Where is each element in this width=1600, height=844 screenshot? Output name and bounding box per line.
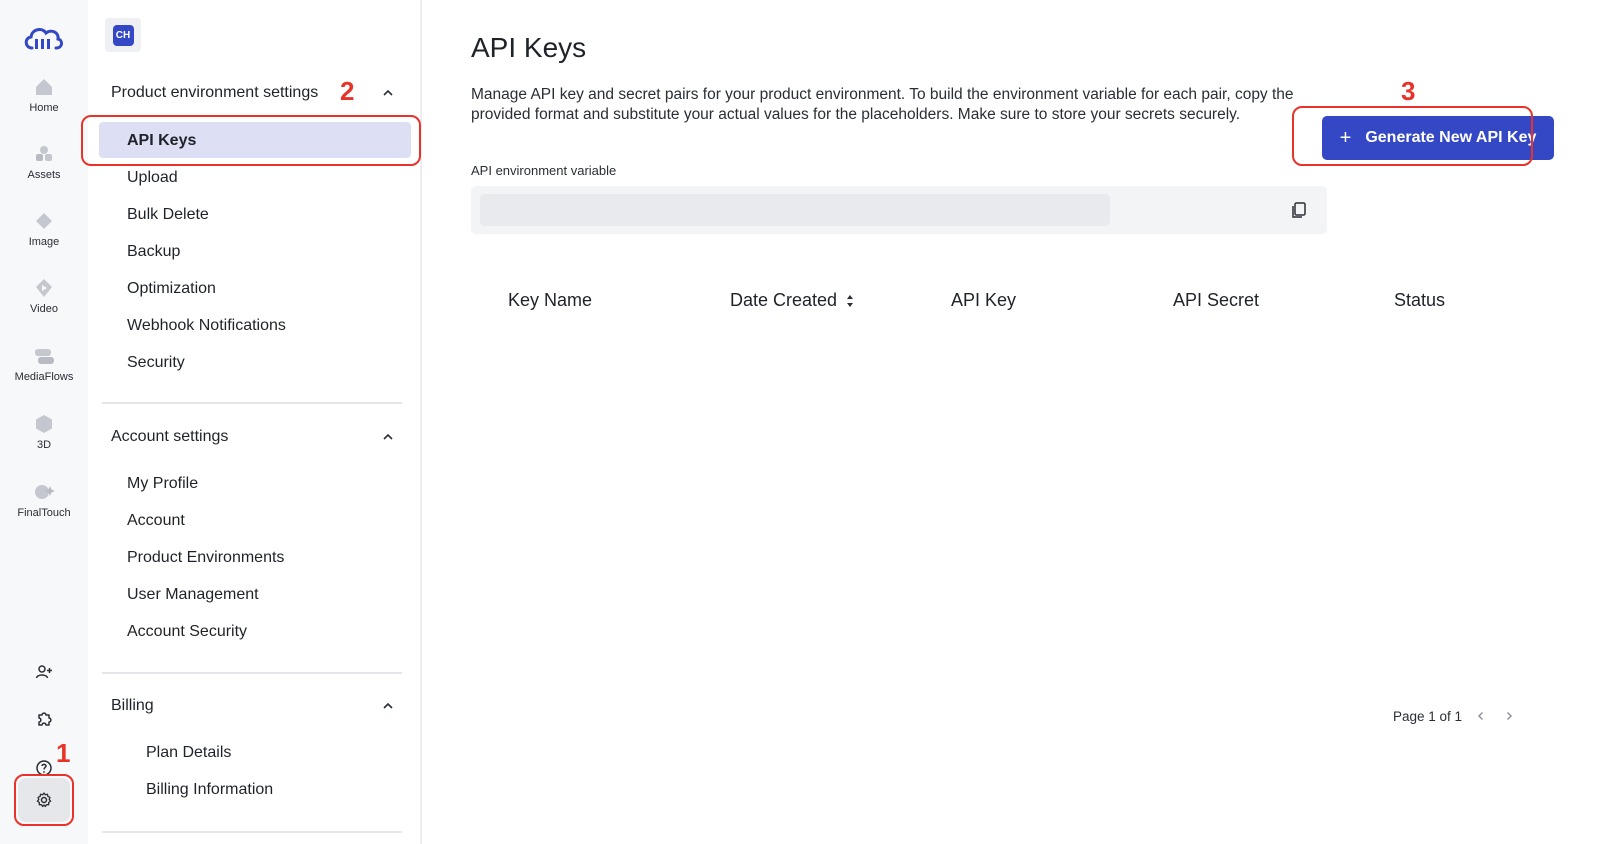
section-account-settings[interactable]: Account settings [111,428,401,446]
chevron-up-icon [383,702,393,709]
plus-icon: + [1339,127,1352,149]
settings-sidebar: CH Product environment settings API Keys… [88,0,422,844]
env-variable-field[interactable] [471,186,1327,234]
cube-icon [36,415,52,433]
integrations-button[interactable] [0,700,88,740]
page-description: Manage API key and secret pairs for your… [471,86,1294,123]
column-header-label: Date Created [730,290,838,310]
copy-icon[interactable] [1289,200,1309,220]
nav-item-webhook-notifications[interactable]: Webhook Notifications [127,317,286,335]
column-header-key-name[interactable]: Key Name [508,290,592,311]
main-content: API Keys Manage API key and secret pairs… [424,0,1600,844]
prev-page-button[interactable] [1472,707,1490,725]
annotation-number-3: 3 [1401,76,1416,106]
home-icon [36,79,52,95]
rail-item-image[interactable]: Image [0,210,88,248]
cloudinary-logo-icon[interactable] [22,24,64,54]
pagination: Page 1 of 1 [1393,707,1518,725]
chevron-left-icon [1478,712,1483,720]
nav-item-account[interactable]: Account [127,512,185,530]
column-header-label: Key Name [508,290,593,310]
rail-label: Assets [27,169,61,181]
divider [102,402,402,404]
next-page-button[interactable] [1500,707,1518,725]
rail-item-finaltouch[interactable]: FinalTouch [0,481,88,519]
nav-item-optimization[interactable]: Optimization [127,280,216,298]
nav-item-security[interactable]: Security [127,354,185,372]
chevron-up-icon [383,89,393,96]
chevron-up-icon [383,433,393,440]
image-icon [36,213,52,229]
gear-icon [36,792,52,808]
annotation-number-2: 2 [340,76,355,106]
column-header-label: API Key [951,290,1017,310]
nav-item-user-management[interactable]: User Management [127,586,259,604]
rail-label: MediaFlows [14,371,74,383]
finaltouch-icon [35,485,55,499]
rail-label: Video [30,303,58,315]
puzzle-icon [38,712,52,726]
video-icon [36,279,52,297]
env-variable-label: API environment variable [471,163,617,178]
nav-item-backup[interactable]: Backup [127,243,180,261]
rail-label: FinalTouch [17,507,71,519]
column-header-date-created[interactable]: Date Created [730,290,855,311]
sort-icon[interactable] [845,292,855,310]
nav-item-account-security[interactable]: Account Security [127,623,247,641]
pagination-label: Page 1 of 1 [1392,708,1462,724]
rail-label: Image [28,236,60,248]
rail-item-home[interactable]: Home [0,76,88,114]
nav-item-plan-details[interactable]: Plan Details [146,744,231,762]
rail-item-video[interactable]: Video [0,277,88,315]
column-header-status[interactable]: Status [1394,290,1445,311]
mediaflows-icon [35,349,54,364]
column-header-label: Status [1394,290,1446,310]
rail-item-3d[interactable]: 3D [0,413,88,451]
rail-item-mediaflows[interactable]: MediaFlows [0,345,88,383]
section-billing[interactable]: Billing [111,697,401,715]
invite-user-button[interactable] [0,652,88,692]
nav-item-product-environments[interactable]: Product Environments [127,549,284,567]
help-icon [36,760,52,776]
page-title: API Keys [471,32,587,63]
generate-button-label: Generate New API Key [1365,129,1537,146]
rail-label: Home [29,102,59,114]
env-variable-placeholder [480,194,1110,226]
rail-label: 3D [36,439,52,451]
divider [102,831,402,833]
divider [102,672,402,674]
column-header-api-secret[interactable]: API Secret [1173,290,1259,311]
section-title: Account settings [111,428,229,445]
chevron-right-icon [1507,712,1512,720]
section-title: Product environment settings [111,84,319,101]
org-initials: CH [112,24,134,46]
section-title: Billing [111,697,154,714]
nav-item-api-keys[interactable]: API Keys [127,132,196,150]
nav-item-my-profile[interactable]: My Profile [127,475,198,493]
invite-user-icon [35,665,52,679]
generate-new-api-key-button[interactable]: + Generate New API Key [1322,116,1554,160]
nav-item-bulk-delete[interactable]: Bulk Delete [127,206,209,224]
org-badge[interactable]: CH [105,18,141,52]
icon-rail: Home Assets Image Video MediaFlows 3D Fi… [0,0,88,844]
column-header-api-key[interactable]: API Key [951,290,1016,311]
settings-button[interactable] [18,778,70,822]
assets-icon [36,146,52,161]
nav-item-upload[interactable]: Upload [127,169,178,187]
rail-item-assets[interactable]: Assets [0,143,88,181]
nav-item-billing-information[interactable]: Billing Information [146,781,273,799]
column-header-label: API Secret [1173,290,1260,310]
section-product-environment-settings[interactable]: Product environment settings [111,84,401,102]
annotation-number-1: 1 [56,738,71,768]
